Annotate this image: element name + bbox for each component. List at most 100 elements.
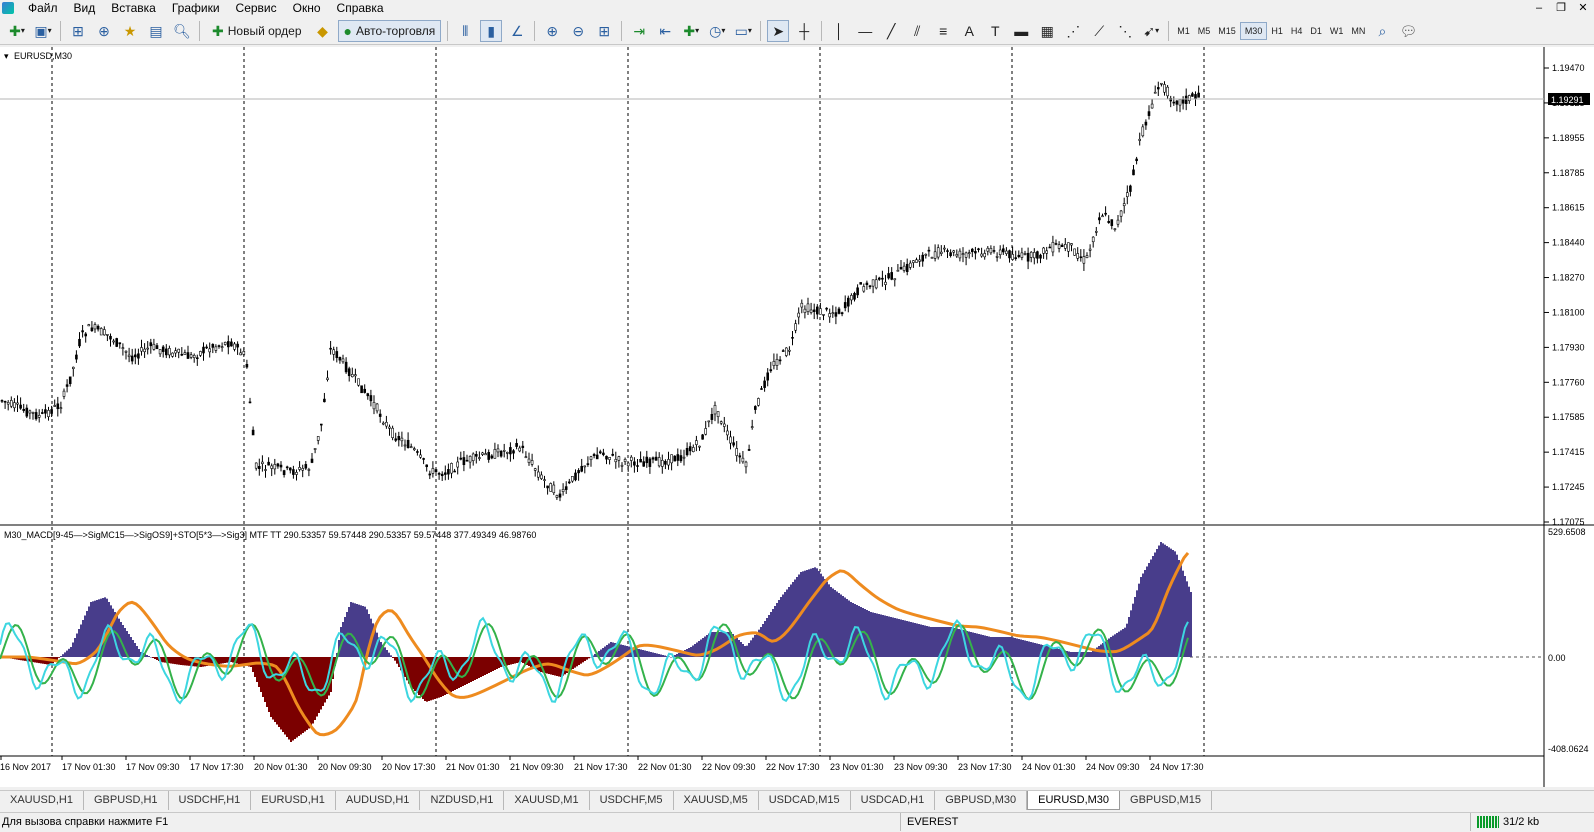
candle-body — [10, 400, 13, 407]
tab-audusd-h1[interactable]: AUDUSD,H1 — [336, 791, 421, 810]
rectangle-button[interactable]: ▬ — [1010, 20, 1032, 42]
timeframe-w1-button[interactable]: W1 — [1326, 22, 1348, 40]
tab-usdchf-h1[interactable]: USDCHF,H1 — [169, 791, 252, 810]
equidistant-channel-button[interactable]: ⫽ — [906, 20, 928, 42]
candlestick-button[interactable]: ▮ — [480, 19, 503, 42]
text-label-button[interactable]: T — [984, 20, 1006, 42]
fibo-fan-button[interactable]: ⋱ — [1114, 20, 1136, 42]
templates-button[interactable]: ▭ ▾ — [732, 20, 754, 42]
timeframe-m15-button[interactable]: M15 — [1214, 22, 1240, 40]
menu-window[interactable]: Окно — [285, 0, 329, 16]
histogram-bar — [290, 657, 292, 742]
histogram-bar — [454, 657, 456, 690]
autotrading-button[interactable]: ● Авто-торговля — [337, 19, 442, 42]
timeframe-mn-button[interactable]: MN — [1347, 22, 1369, 40]
gann-grid-button[interactable]: ▦ — [1036, 20, 1058, 42]
periods-button[interactable]: ◷ ▾ — [706, 20, 728, 42]
tab-gbpusd-h1[interactable]: GBPUSD,H1 — [84, 791, 169, 810]
indicators-button[interactable]: ✚ ▾ — [680, 20, 702, 42]
histogram-bar — [1188, 586, 1190, 657]
tab-usdcad-h1[interactable]: USDCAD,H1 — [851, 791, 936, 810]
market-watch-button[interactable]: ⊞ — [67, 20, 89, 42]
tab-nzdusd-h1[interactable]: NZDUSD,H1 — [420, 791, 505, 810]
candle-body — [750, 426, 754, 428]
histogram-bar — [320, 657, 322, 710]
trendline-button[interactable]: ╱ — [880, 20, 902, 42]
tab-xauusd-m1[interactable]: XAUUSD,M1 — [504, 791, 590, 810]
tab-gbpusd-m30[interactable]: GBPUSD,M30 — [935, 791, 1028, 810]
tab-xauusd-h1[interactable]: XAUUSD,H1 — [0, 791, 84, 810]
candle-body — [881, 277, 884, 280]
timeframe-m1-button[interactable]: M1 — [1173, 22, 1194, 40]
terminal-button[interactable]: ▤ — [145, 20, 167, 42]
data-window-button[interactable]: ⊕ — [93, 20, 115, 42]
horizontal-line-button[interactable]: — — [854, 20, 876, 42]
histogram-bar — [840, 594, 842, 657]
candle-body — [583, 465, 587, 468]
zoom-out-button[interactable]: ⊖ — [567, 20, 589, 42]
candle-body — [329, 347, 332, 350]
cursor-button[interactable]: ➤ — [767, 19, 790, 42]
metaeditor-button[interactable]: ◆ — [312, 20, 334, 42]
navigator-button[interactable]: ★ — [119, 20, 141, 42]
fibonacci-button[interactable]: ≡ — [932, 20, 954, 42]
chat-button[interactable]: 💬︎ — [1397, 20, 1419, 42]
timeframe-h1-button[interactable]: H1 — [1267, 22, 1287, 40]
candle-body — [369, 395, 373, 402]
tab-usdcad-m15[interactable]: USDCAD,M15 — [759, 791, 851, 810]
menu-insert[interactable]: Вставка — [103, 0, 164, 16]
tab-eurusd-m30[interactable]: EURUSD,M30 — [1027, 791, 1121, 810]
status-traffic-text: 31/2 kb — [1503, 816, 1540, 828]
indicators-icon: ✚ — [683, 22, 696, 39]
menu-help[interactable]: Справка — [329, 0, 392, 16]
andrews-pitchfork-button[interactable]: ⟋ — [1088, 20, 1110, 42]
crosshair-button[interactable]: ┼ — [793, 20, 815, 42]
line-chart-button[interactable]: ∠ — [506, 20, 528, 42]
candle-body — [673, 455, 677, 462]
text-icon: A — [964, 22, 974, 39]
tile-windows-button[interactable]: ⊞ — [593, 20, 615, 42]
chart-shift-button[interactable]: ⇤ — [654, 20, 676, 42]
arrows-button[interactable]: ➹ ▾ — [1140, 20, 1162, 42]
histogram-bar — [70, 647, 72, 657]
timeframe-m30-button[interactable]: M30 — [1239, 21, 1268, 40]
gann-fan-button[interactable]: ⋰ — [1062, 20, 1084, 42]
search-button[interactable]: ⌕ — [1371, 20, 1393, 42]
tab-usdchf-m5[interactable]: USDCHF,M5 — [590, 791, 674, 810]
menu-tools[interactable]: Сервис — [228, 0, 285, 16]
vertical-line-button[interactable]: │ — [828, 20, 850, 42]
zoom-in-button[interactable]: ⊕ — [541, 20, 563, 42]
candle-body — [1116, 219, 1120, 225]
new-order-button[interactable]: ✚ Новый ордер — [206, 20, 308, 42]
tab-gbpusd-m15[interactable]: GBPUSD,M15 — [1120, 791, 1212, 810]
strategy-tester-button[interactable]: 🔍︎ — [171, 20, 193, 42]
tab-eurusd-h1[interactable]: EURUSD,H1 — [251, 791, 336, 810]
histogram-bar — [1190, 592, 1192, 657]
text-button[interactable]: A — [958, 20, 980, 42]
timeframe-d1-button[interactable]: D1 — [1306, 22, 1326, 40]
auto-scroll-button[interactable]: ⇥ — [628, 20, 650, 42]
bar-chart-button[interactable]: ⫴ — [454, 20, 476, 42]
close-icon[interactable]: ✕ — [1574, 0, 1592, 16]
tab-xauusd-m5[interactable]: XAUUSD,M5 — [674, 791, 759, 810]
histogram-bar — [740, 642, 742, 657]
candle-body — [1005, 250, 1008, 254]
histogram-bar — [660, 654, 662, 657]
status-connection[interactable]: 31/2 kb — [1470, 813, 1539, 831]
chart-canvas[interactable]: 1.194701.191251.189551.187851.186151.184… — [0, 47, 1594, 787]
time-label: 21 Nov 01:30 — [446, 762, 500, 772]
histogram-bar — [486, 657, 488, 674]
timeframe-h4-button[interactable]: H4 — [1287, 22, 1307, 40]
restore-icon[interactable]: ❐ — [1552, 0, 1570, 16]
timeframe-m5-button[interactable]: M5 — [1194, 22, 1215, 40]
minimize-icon[interactable]: – — [1530, 0, 1548, 16]
menu-view[interactable]: Вид — [66, 0, 104, 16]
chart-symbol-arrow[interactable]: ▾ — [4, 51, 9, 61]
histogram-bar — [130, 637, 132, 657]
menu-file[interactable]: Файл — [20, 0, 66, 16]
chart-window[interactable]: 1.194701.191251.189551.187851.186151.184… — [0, 47, 1594, 787]
new-chart-button[interactable]: ✚ ▾ — [6, 20, 28, 42]
profiles-button[interactable]: ▣ ▾ — [32, 20, 54, 42]
new-order-label: Новый ордер — [227, 23, 302, 38]
menu-charts[interactable]: Графики — [164, 0, 228, 16]
